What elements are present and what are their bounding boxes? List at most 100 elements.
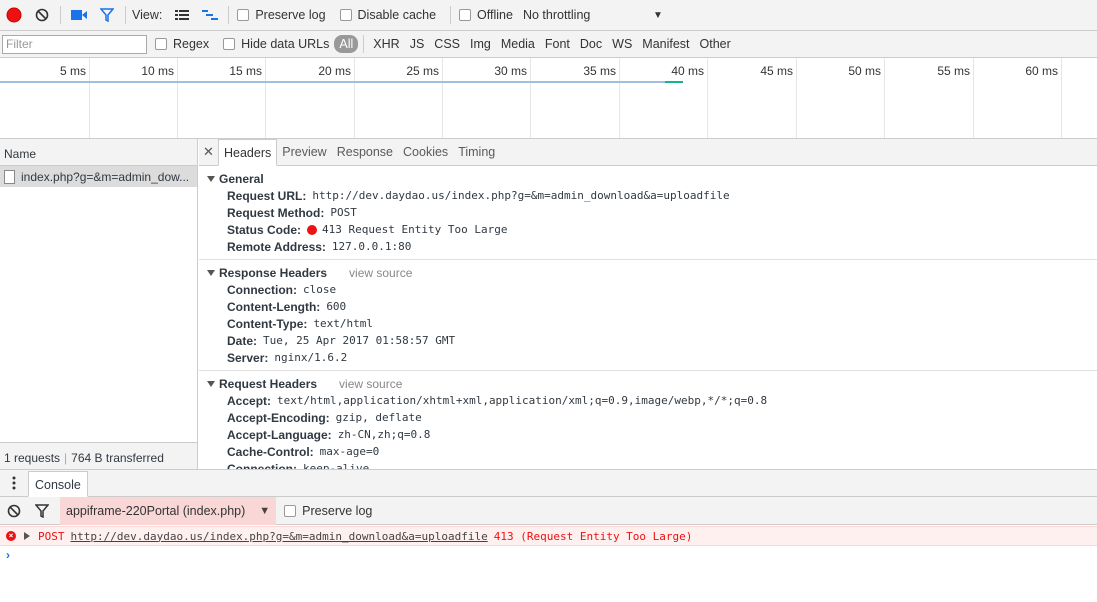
- kebab-menu-icon[interactable]: [0, 470, 28, 496]
- type-filter-css[interactable]: CSS: [430, 35, 464, 53]
- header-key: Accept:: [227, 393, 272, 408]
- error-icon: ×: [6, 531, 16, 541]
- checkbox-box[interactable]: [237, 9, 250, 21]
- type-filter-img[interactable]: Img: [466, 35, 495, 53]
- checkbox-box[interactable]: [339, 9, 352, 21]
- type-filter-ws[interactable]: WS: [608, 35, 636, 53]
- header-row: Accept: text/html,application/xhtml+xml,a…: [199, 392, 1097, 409]
- header-value: close: [303, 283, 337, 296]
- preserve-log-checkbox[interactable]: Preserve log: [233, 8, 326, 22]
- timeline-response-bar: [665, 81, 683, 83]
- close-icon[interactable]: ✕: [199, 139, 218, 165]
- filter-divider: [363, 35, 365, 53]
- waterfall-view-icon[interactable]: [196, 3, 224, 27]
- timeline-gridline: [177, 58, 178, 138]
- type-filter-xhr[interactable]: XHR: [369, 35, 403, 53]
- timeline-tick-label: 45 ms: [760, 64, 793, 78]
- camera-icon[interactable]: [65, 3, 93, 27]
- header-row: Accept-Language: zh-CN,zh;q=0.8: [199, 426, 1097, 443]
- timeline-gridline: [89, 58, 90, 138]
- checkbox-box[interactable]: [155, 38, 167, 50]
- clear-console-icon[interactable]: [0, 499, 28, 523]
- error-status: 413 (Request Entity Too Large): [493, 529, 693, 543]
- filter-input[interactable]: Filter: [2, 34, 147, 54]
- header-key: Content-Length:: [227, 299, 321, 314]
- request-headers-section: Request Headers view source Accept: text/h…: [199, 371, 1097, 469]
- console-filter-icon[interactable]: [28, 499, 56, 523]
- expand-triangle-icon[interactable]: [24, 532, 30, 540]
- type-filter-other[interactable]: Other: [696, 35, 735, 53]
- header-row: Request URL: http://dev.daydao.us/index.p…: [199, 187, 1097, 204]
- list-view-icon[interactable]: [168, 3, 196, 27]
- header-key: Request URL:: [227, 188, 307, 203]
- request-count: 1 requests: [4, 451, 61, 465]
- header-row: Content-Type: text/html: [199, 315, 1097, 332]
- clear-icon[interactable]: [28, 3, 56, 27]
- console-prompt[interactable]: ›: [6, 548, 10, 562]
- tab-headers[interactable]: Headers: [218, 139, 278, 166]
- tab-response[interactable]: Response: [332, 139, 398, 165]
- request-details: ✕ Headers Preview Response Cookies Timin…: [199, 139, 1097, 469]
- network-toolbar: View: Preserve log Disable cache Offline…: [0, 0, 1097, 31]
- type-filter-all[interactable]: All: [334, 35, 359, 53]
- checkbox-box[interactable]: [223, 38, 236, 50]
- console-preserve-log-checkbox[interactable]: Preserve log: [280, 504, 372, 518]
- console-toolbar: appiframe-220Portal (index.php) ▼ Preser…: [0, 496, 1097, 525]
- timeline-gridline: [354, 58, 355, 138]
- toolbar-divider: [450, 6, 452, 24]
- header-value: 600: [326, 300, 347, 313]
- context-selector[interactable]: appiframe-220Portal (index.php) ▼: [60, 496, 277, 525]
- status-error-icon: [307, 224, 318, 235]
- console-preserve-log-label: Preserve log: [302, 503, 373, 518]
- header-row: Accept-Encoding: gzip, deflate: [199, 409, 1097, 426]
- drawer-tabbar: Console: [0, 469, 1097, 497]
- timeline-gridline: [530, 58, 531, 138]
- checkbox-box[interactable]: [459, 9, 472, 21]
- toolbar-divider: [60, 6, 61, 24]
- request-row[interactable]: index.php?g=&m=admin_dow...: [0, 166, 197, 187]
- request-name: index.php?g=&m=admin_dow...: [21, 169, 190, 184]
- response-headers-section-header[interactable]: Response Headers view source: [199, 264, 1097, 281]
- timeline-gridline: [1061, 58, 1062, 138]
- header-row: Status Code: 413 Request Entity Too Large: [199, 221, 1097, 238]
- type-filter-js[interactable]: JS: [406, 35, 429, 53]
- regex-label: Regex: [173, 37, 210, 51]
- type-filter-doc[interactable]: Doc: [576, 35, 606, 53]
- disable-cache-checkbox[interactable]: Disable cache: [336, 8, 436, 22]
- toolbar-divider: [228, 6, 230, 24]
- timeline-gridline: [973, 58, 974, 138]
- view-source-link[interactable]: view source: [339, 377, 402, 391]
- timeline-tick-label: 35 ms: [583, 64, 616, 78]
- name-column-header[interactable]: Name: [0, 139, 197, 166]
- expand-triangle-icon: [207, 380, 215, 387]
- request-headers-section-header[interactable]: Request Headers view source: [199, 375, 1097, 392]
- regex-checkbox[interactable]: Regex: [151, 37, 209, 51]
- header-key: Accept-Language:: [227, 427, 332, 442]
- header-value: text/html,application/xhtml+xml,applicat…: [277, 394, 768, 407]
- view-source-link[interactable]: view source: [349, 266, 412, 280]
- header-value: 413 Request Entity Too Large: [322, 223, 508, 236]
- offline-checkbox[interactable]: Offline: [455, 8, 513, 22]
- timeline-overview[interactable]: 5 ms 10 ms 15 ms 20 ms 25 ms 30 ms 35 ms…: [0, 58, 1097, 139]
- filter-icon[interactable]: [93, 3, 121, 27]
- timeline-tick-label: 30 ms: [494, 64, 527, 78]
- header-key: Connection:: [227, 282, 297, 297]
- header-value: zh-CN,zh;q=0.8: [337, 428, 431, 441]
- general-section-header[interactable]: General: [199, 170, 1097, 187]
- error-url-link[interactable]: http://dev.daydao.us/index.php?g=&m=admi…: [71, 530, 488, 543]
- type-filter-media[interactable]: Media: [497, 35, 539, 53]
- timeline-gridline: [884, 58, 885, 138]
- header-row: Request Method: POST: [199, 204, 1097, 221]
- record-icon[interactable]: [0, 3, 28, 27]
- type-filter-font[interactable]: Font: [541, 35, 574, 53]
- dropdown-arrow-icon: ▼: [259, 504, 271, 517]
- type-filter-manifest[interactable]: Manifest: [638, 35, 693, 53]
- tab-timing[interactable]: Timing: [453, 139, 500, 165]
- tab-preview[interactable]: Preview: [277, 139, 331, 165]
- throttling-select[interactable]: No throttling ▼: [523, 8, 663, 22]
- timeline-tick-label: 50 ms: [848, 64, 881, 78]
- checkbox-box[interactable]: [284, 504, 297, 517]
- hide-data-urls-checkbox[interactable]: Hide data URLs: [219, 37, 329, 51]
- tab-cookies[interactable]: Cookies: [398, 139, 453, 165]
- tab-console[interactable]: Console: [28, 471, 88, 497]
